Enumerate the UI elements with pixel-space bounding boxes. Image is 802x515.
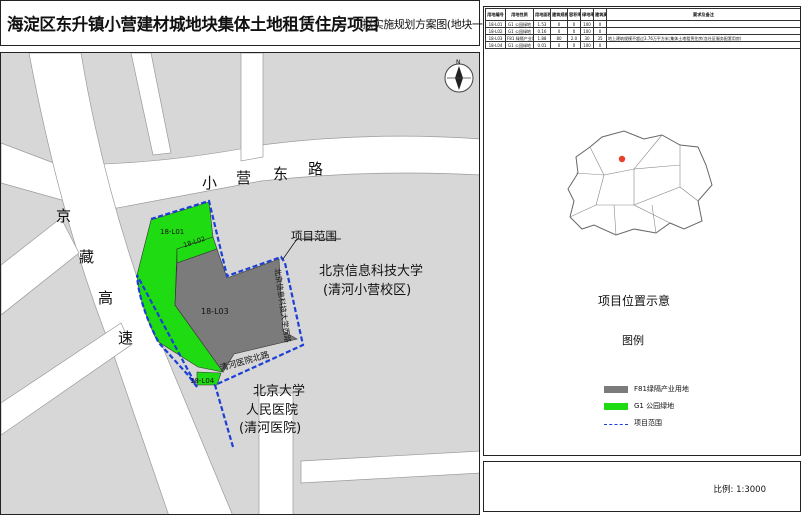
legend-label: F81绿隔产业用地: [634, 385, 689, 393]
table-row: 18-L02 G1 公园绿地 0.16 0 0 100 0: [485, 27, 800, 35]
table-row: 18-L01 G1 公园绿地 1.53 0 0 100 0: [485, 20, 800, 28]
table-header-cell: 建筑高度(m): [593, 8, 607, 21]
title-bar: 海淀区东升镇小营建材城地块集体土地租赁住房项目 拟实施规划方案图(地块一): [0, 0, 487, 46]
table-row: 18-L03F81 绿隔产业用地1.88802.03035地上建筑规模不超过3.…: [485, 34, 800, 42]
legend-swatch-industry: [604, 386, 628, 393]
table-cell: [606, 27, 800, 35]
table-cell: 18-L04: [485, 41, 506, 49]
table-cell: 0.01: [533, 41, 551, 49]
parcel-label-l01: 18-L01: [160, 228, 185, 236]
legend-panel: 用地编号 用地性质 用地面积(公顷) 建筑规模(㎡) 容积率 绿地率(%) 建筑…: [483, 6, 801, 456]
table-cell: 0: [567, 20, 581, 28]
table-cell: 100: [580, 27, 594, 35]
table-cell: 地上建筑规模不超过3.76万平方米;集体土地租赁住房(含社区服务配套用房): [606, 34, 800, 42]
table-cell: 1.53: [533, 20, 551, 28]
project-range-label: 项目范围: [291, 229, 337, 243]
table-cell: 0: [550, 41, 568, 49]
site-map: N 小 营 东 路 京 藏 高 速 18-L01 18-L02 18-L03 1…: [0, 52, 480, 515]
legend-swatch-project-range: [604, 424, 628, 425]
table-cell: 18-L02: [485, 27, 506, 35]
hospital-label-3: (清河医院): [239, 421, 302, 436]
road-label-jingzang-3: 高: [98, 289, 114, 307]
bistu-label: 北京信息科技大学: [319, 264, 424, 279]
table-cell: 0: [567, 27, 581, 35]
table-cell: G1 公园绿地: [505, 27, 534, 35]
table-cell: 100: [580, 41, 594, 49]
table-header-row: 用地编号 用地性质 用地面积(公顷) 建筑规模(㎡) 容积率 绿地率(%) 建筑…: [485, 8, 800, 21]
location-map: [567, 130, 713, 236]
north-arrow: [444, 63, 474, 93]
table-header-cell: 要求及备注: [606, 8, 800, 21]
legend-title: 图例: [622, 334, 644, 347]
table-cell: 35: [593, 34, 607, 42]
table-header-cell: 用地面积(公顷): [533, 8, 551, 21]
table-cell: 0: [593, 20, 607, 28]
table-cell: G1 公园绿地: [505, 20, 534, 28]
table-cell: F81 绿隔产业用地: [505, 34, 534, 42]
legend-label: G1 公园绿地: [634, 402, 675, 410]
table-header-cell: 建筑规模(㎡): [550, 8, 568, 21]
table-header-cell: 用地性质: [505, 8, 534, 21]
table-cell: 2.0: [567, 34, 581, 42]
table-cell: [606, 20, 800, 28]
project-location-marker: [618, 155, 626, 163]
table-cell: 0.16: [533, 27, 551, 35]
bistu-campus-label: (清河小营校区): [323, 283, 412, 298]
road-north-branch: [240, 53, 264, 162]
table-cell: 0: [550, 20, 568, 28]
table-cell: 0: [593, 41, 607, 49]
table-header-cell: 用地编号: [485, 8, 506, 21]
hospital-label-2: 人民医院: [246, 403, 299, 418]
table-cell: 0: [593, 27, 607, 35]
hospital-label-1: 北京大学: [253, 384, 306, 399]
road-label-xiaoying-4: 路: [308, 160, 324, 178]
table-cell: G1 公园绿地: [505, 41, 534, 49]
north-label: N: [456, 59, 461, 66]
road-label-xiaoying-1: 小: [202, 174, 218, 192]
scale-label: 比例: 1:3000: [713, 485, 766, 495]
map-subtitle: 拟实施规划方案图(地块一): [362, 18, 487, 31]
table-cell: 0: [567, 41, 581, 49]
road-label-jingzang-1: 京: [56, 207, 72, 225]
table-cell: [606, 41, 800, 49]
table-row: 18-L04 G1 公园绿地 0.01 0 0 100 0: [485, 41, 800, 49]
road-label-xiaoying-3: 东: [273, 165, 289, 183]
table-header-cell: 容积率: [567, 8, 581, 21]
table-cell: 100: [580, 20, 594, 28]
table-cell: 1.88: [533, 34, 551, 42]
table-cell: 80: [550, 34, 568, 42]
location-map-title: 项目位置示意: [598, 294, 671, 308]
road-label-jingzang-2: 藏: [79, 248, 95, 266]
legend-swatch-green: [604, 403, 628, 410]
map-title: 海淀区东升镇小营建材城地块集体土地租赁住房项目: [7, 15, 380, 34]
road-label-jingzang-4: 速: [118, 329, 134, 347]
parcel-label-l03: 18-L03: [201, 307, 229, 316]
legend-label: 项目范围: [634, 419, 662, 427]
parcel-label-l04: 18-L04: [190, 377, 215, 385]
road-label-xiaoying-2: 营: [236, 169, 252, 187]
table-cell: 30: [580, 34, 594, 42]
land-use-table: 用地编号 用地性质 用地面积(公顷) 建筑规模(㎡) 容积率 绿地率(%) 建筑…: [485, 8, 800, 49]
table-header-cell: 绿地率(%): [580, 8, 594, 21]
district-outline: [567, 130, 713, 236]
table-cell: 18-L03: [485, 34, 506, 42]
table-cell: 18-L01: [485, 20, 506, 28]
scale-panel: 比例: 1:3000: [483, 461, 801, 512]
table-cell: 0: [550, 27, 568, 35]
